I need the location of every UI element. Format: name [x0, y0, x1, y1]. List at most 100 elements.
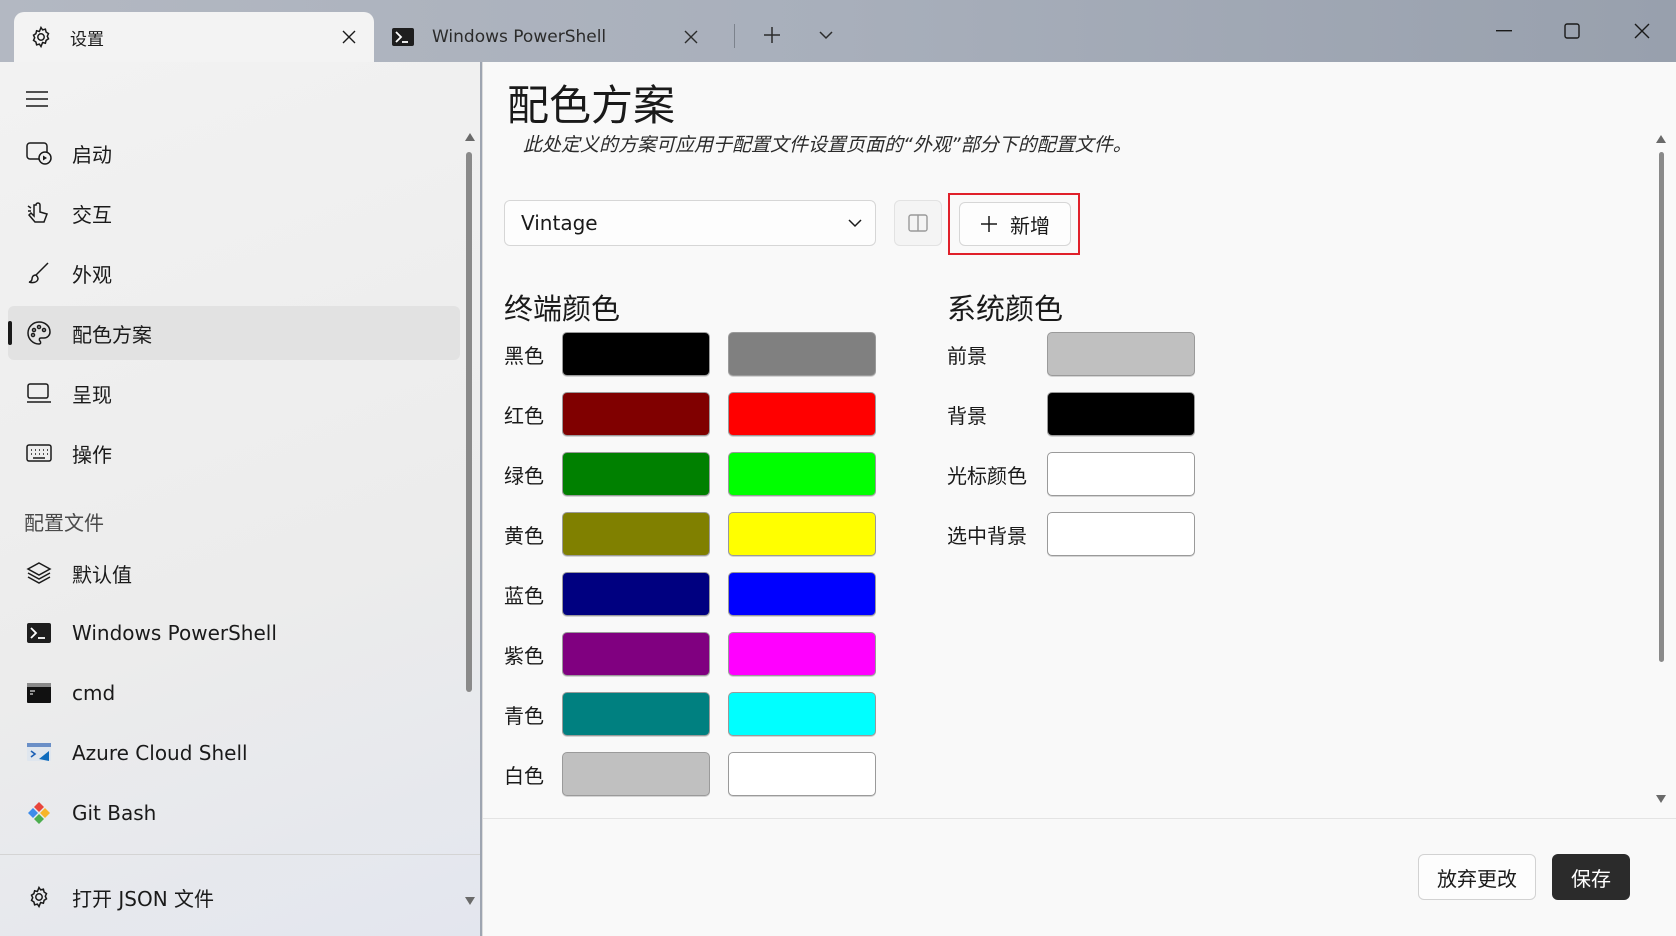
black-swatch[interactable] — [562, 332, 710, 376]
scroll-up-icon — [465, 133, 475, 141]
color-row-white: 白色 — [504, 751, 876, 797]
purple-swatch[interactable] — [562, 632, 710, 676]
sidebar-divider — [0, 854, 480, 855]
sidebar-item-label: 打开 JSON 文件 — [72, 886, 215, 911]
bright-yellow-swatch[interactable] — [728, 512, 876, 556]
save-button[interactable]: 保存 — [1552, 854, 1630, 900]
tab-windows-powershell[interactable]: Windows PowerShell — [386, 12, 716, 62]
color-label: 白色 — [504, 763, 544, 788]
gear-icon — [28, 24, 54, 50]
sidebar-item-label: 启动 — [72, 142, 112, 167]
close-tab-icon[interactable] — [676, 22, 706, 52]
tab-settings[interactable]: 设置 — [14, 12, 374, 62]
sidebar-item-cmd[interactable]: cmd — [8, 666, 460, 720]
sidebar-item-label: Windows PowerShell — [72, 621, 277, 645]
bright-blue-swatch[interactable] — [728, 572, 876, 616]
color-label: 紫色 — [504, 643, 544, 668]
tab-label: 设置 — [70, 29, 104, 50]
sidebar-item-actions[interactable]: 操作 — [8, 426, 460, 480]
sidebar-item-windows-powershell[interactable]: Windows PowerShell — [8, 606, 460, 660]
yellow-swatch[interactable] — [562, 512, 710, 556]
color-row-green: 绿色 — [504, 451, 876, 497]
selection-background-swatch[interactable] — [1047, 512, 1195, 556]
new-tab-button[interactable] — [752, 18, 792, 52]
color-label: 红色 — [504, 403, 544, 428]
system-colors-heading: 系统颜色 — [947, 292, 1064, 326]
sidebar-item-label: Azure Cloud Shell — [72, 741, 248, 765]
footer-divider — [483, 818, 1676, 819]
git-icon — [24, 798, 54, 828]
sidebar-item-rendering[interactable]: 呈现 — [8, 366, 460, 420]
open-json-file-button[interactable]: 打开 JSON 文件 — [8, 870, 460, 924]
color-row-black: 黑色 — [504, 331, 876, 377]
system-color-label: 选中背景 — [947, 523, 1027, 548]
sidebar-item-label: 配色方案 — [72, 322, 152, 347]
duplicate-icon — [908, 214, 928, 232]
bright-cyan-swatch[interactable] — [728, 692, 876, 736]
sidebar-item-color-schemes[interactable]: 配色方案 — [8, 306, 460, 360]
sidebar-item-azure-cloud-shell[interactable]: Azure Cloud Shell — [8, 726, 460, 780]
add-button-label: 新增 — [1010, 213, 1050, 238]
main-content: 配色方案 此处定义的方案可应用于配置文件设置页面的“外观”部分下的配置文件。 V… — [482, 62, 1676, 936]
system-row-background: 背景 — [947, 391, 1195, 437]
sidebar-scroll-thumb[interactable] — [466, 152, 472, 692]
cmd-icon — [24, 678, 54, 708]
sidebar-item-git-bash[interactable]: Git Bash — [8, 786, 460, 840]
color-scheme-select[interactable]: Vintage — [504, 200, 876, 246]
color-row-cyan: 青色 — [504, 691, 876, 737]
close-icon — [1634, 23, 1650, 39]
palette-icon — [24, 318, 54, 348]
minimize-button[interactable] — [1474, 10, 1534, 52]
add-new-scheme-button[interactable]: 新增 — [959, 202, 1071, 246]
sidebar-item-label: 呈现 — [72, 382, 112, 407]
foreground-swatch[interactable] — [1047, 332, 1195, 376]
tab-label: Windows PowerShell — [432, 27, 607, 47]
sidebar-item-defaults[interactable]: 默认值 — [8, 546, 460, 600]
plus-icon — [764, 27, 780, 43]
bright-purple-swatch[interactable] — [728, 632, 876, 676]
color-label: 蓝色 — [504, 583, 544, 608]
blue-swatch[interactable] — [562, 572, 710, 616]
tab-separator — [734, 24, 735, 48]
bright-red-swatch[interactable] — [728, 392, 876, 436]
tab-dropdown-button[interactable] — [806, 18, 846, 52]
maximize-button[interactable] — [1542, 10, 1602, 52]
keyboard-icon — [24, 438, 54, 468]
title-bar: 设置 Windows PowerShell — [0, 0, 1676, 62]
main-scroll-thumb[interactable] — [1659, 152, 1664, 662]
color-label: 黄色 — [504, 523, 544, 548]
brush-icon — [24, 258, 54, 288]
sidebar-item-label: 默认值 — [72, 562, 132, 587]
plus-icon — [980, 215, 998, 233]
green-swatch[interactable] — [562, 452, 710, 496]
bright-white-swatch[interactable] — [728, 752, 876, 796]
sidebar-item-label: 交互 — [72, 202, 112, 227]
red-swatch[interactable] — [562, 392, 710, 436]
color-row-purple: 紫色 — [504, 631, 876, 677]
chevron-down-icon — [819, 31, 833, 40]
monitor-icon — [24, 378, 54, 408]
discard-changes-button[interactable]: 放弃更改 — [1418, 854, 1536, 900]
sidebar-item-startup[interactable]: 启动 — [8, 126, 460, 180]
gear-icon — [24, 882, 54, 912]
sidebar-item-label: cmd — [72, 681, 116, 705]
page-title: 配色方案 — [507, 81, 676, 130]
sidebar-item-label: Git Bash — [72, 801, 157, 825]
cyan-swatch[interactable] — [562, 692, 710, 736]
cursor-color-swatch[interactable] — [1047, 452, 1195, 496]
white-swatch[interactable] — [562, 752, 710, 796]
background-swatch[interactable] — [1047, 392, 1195, 436]
color-row-yellow: 黄色 — [504, 511, 876, 557]
bright-green-swatch[interactable] — [728, 452, 876, 496]
scroll-down-icon[interactable] — [1655, 794, 1667, 804]
menu-toggle-button[interactable] — [22, 84, 52, 114]
color-row-blue: 蓝色 — [504, 571, 876, 617]
sidebar-item-appearance[interactable]: 外观 — [8, 246, 460, 300]
close-window-button[interactable] — [1612, 10, 1672, 52]
sidebar-item-interaction[interactable]: 交互 — [8, 186, 460, 240]
scroll-up-icon[interactable] — [1655, 134, 1667, 144]
system-row-foreground: 前景 — [947, 331, 1195, 377]
duplicate-scheme-button[interactable] — [894, 200, 942, 246]
bright-black-swatch[interactable] — [728, 332, 876, 376]
close-tab-icon[interactable] — [334, 22, 364, 52]
